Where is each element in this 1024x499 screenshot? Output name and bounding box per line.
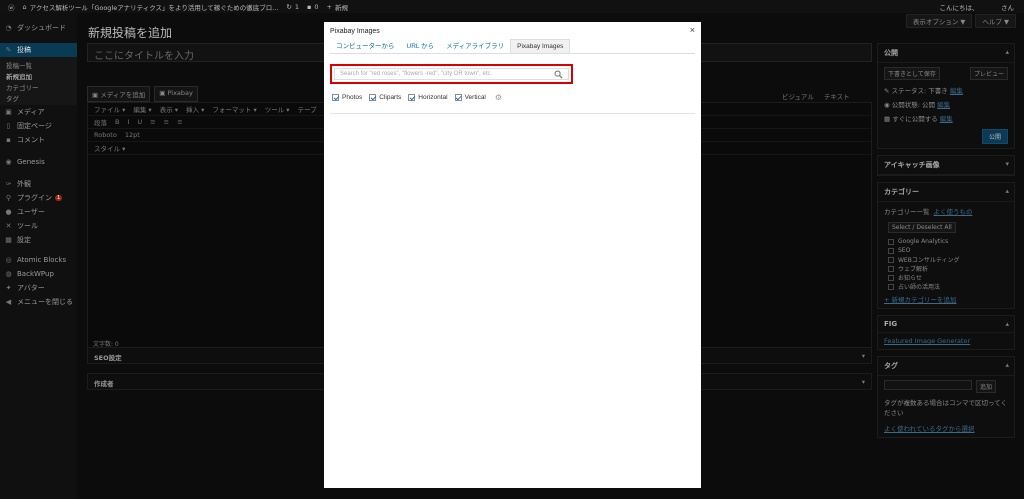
filter-horizontal[interactable]: Horizontal <box>408 94 448 101</box>
filter-photos[interactable]: Photos <box>332 94 362 101</box>
pixabay-images-modal: Pixabay Images × コンピューターから URL から メディアライ… <box>324 22 701 488</box>
tab-from-url[interactable]: URL から <box>401 40 441 53</box>
pixabay-search-input[interactable]: Search for "red roses", "flowers -red", … <box>334 68 569 80</box>
gear-icon[interactable]: ⚙ <box>495 93 502 102</box>
search-placeholder: Search for "red roses", "flowers -red", … <box>340 71 493 77</box>
filter-cliparts[interactable]: Cliparts <box>369 94 401 101</box>
search-icon[interactable] <box>554 70 563 79</box>
close-icon[interactable]: × <box>690 25 695 35</box>
checkbox-checked[interactable] <box>408 94 416 101</box>
modal-tabs: コンピューターから URL から メディアライブラリ Pixabay Image… <box>330 39 695 54</box>
tab-pixabay-images[interactable]: Pixabay Images <box>510 39 571 53</box>
filter-vertical[interactable]: Vertical <box>454 94 486 101</box>
tab-media-library[interactable]: メディアライブラリ <box>440 40 510 53</box>
checkbox-checked[interactable] <box>369 94 377 101</box>
tab-from-computer[interactable]: コンピューターから <box>330 40 401 53</box>
divider <box>330 113 695 114</box>
checkbox-checked[interactable] <box>332 94 339 101</box>
modal-title: Pixabay Images <box>330 28 380 35</box>
checkbox-checked[interactable] <box>454 94 462 101</box>
search-highlight: Search for "red roses", "flowers -red", … <box>330 64 573 84</box>
filter-options: Photos Cliparts Horizontal Vertical ⚙ <box>332 93 502 102</box>
